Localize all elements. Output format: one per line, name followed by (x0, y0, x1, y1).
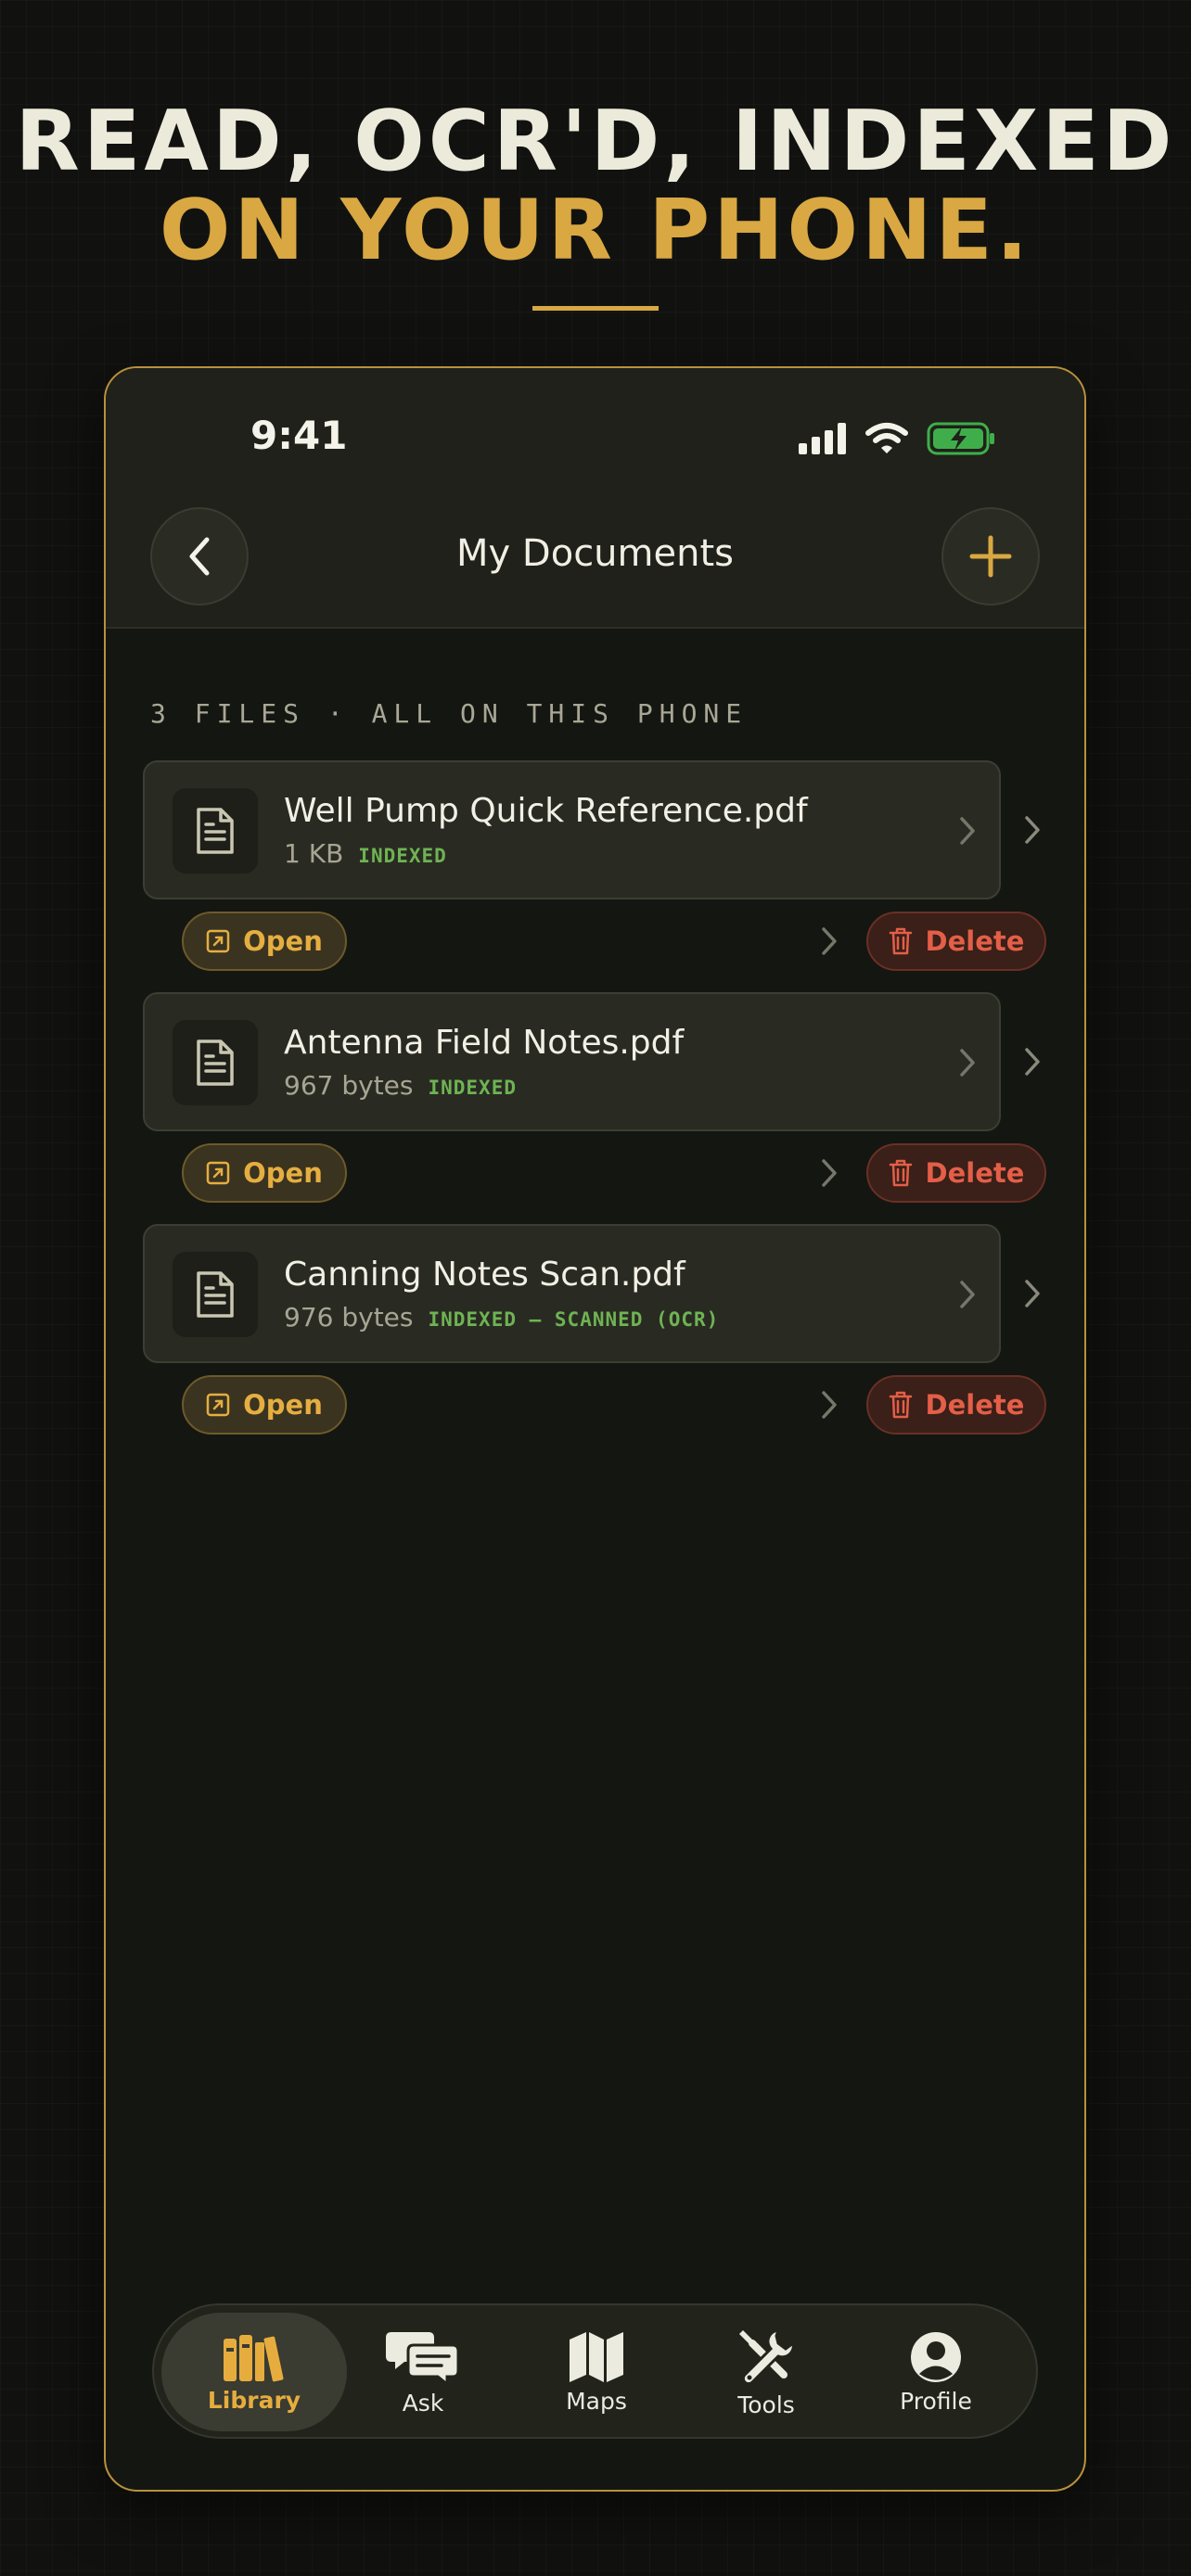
status-time: 9:41 (250, 413, 348, 458)
index-status-badge: INDEXED (358, 845, 447, 867)
open-button[interactable]: Open (182, 912, 347, 971)
phone-frame: 9:41 My Documents 3 FILES · ALL ON THIS … (104, 366, 1086, 2492)
signal-icon (799, 423, 847, 458)
tab-label: Ask (402, 2389, 444, 2417)
document-card[interactable]: Canning Notes Scan.pdf 976 bytes INDEXED… (143, 1224, 1001, 1363)
open-external-icon (206, 1393, 230, 1417)
headline-divider (532, 306, 659, 311)
open-external-icon (206, 929, 230, 953)
open-label: Open (243, 925, 323, 957)
books-icon (224, 2334, 284, 2381)
open-label: Open (243, 1157, 323, 1189)
document-name: Well Pump Quick Reference.pdf (284, 792, 808, 830)
open-button[interactable]: Open (182, 1375, 347, 1435)
chevron-right-icon (960, 817, 975, 845)
document-size: 976 bytes (284, 1302, 414, 1333)
chevron-right-icon (822, 927, 837, 955)
files-summary: 3 FILES · ALL ON THIS PHONE (150, 698, 749, 729)
document-name: Canning Notes Scan.pdf (284, 1256, 685, 1294)
tools-icon (739, 2327, 795, 2385)
delete-button[interactable]: Delete (866, 912, 1046, 971)
page-title: My Documents (456, 532, 734, 575)
index-status-badge: INDEXED (428, 1077, 517, 1099)
tab-label: Library (207, 2386, 301, 2414)
trash-icon (889, 1159, 912, 1187)
tab-profile[interactable]: Profile (843, 2313, 1029, 2431)
chevron-right-icon (960, 1049, 975, 1077)
chevron-right-icon (822, 1159, 837, 1187)
file-icon (173, 1020, 258, 1105)
chevron-right-icon[interactable] (1023, 1279, 1042, 1308)
trash-icon (889, 927, 912, 955)
document-card[interactable]: Antenna Field Notes.pdf 967 bytes INDEXE… (143, 992, 1001, 1131)
tab-label: Tools (737, 2391, 795, 2418)
document-name: Antenna Field Notes.pdf (284, 1024, 685, 1062)
open-external-icon (206, 1161, 230, 1185)
delete-label: Delete (925, 925, 1025, 957)
document-size: 967 bytes (284, 1070, 414, 1101)
tab-label: Profile (900, 2387, 972, 2415)
tab-bar: Library Ask Maps Tools Profile (152, 2303, 1038, 2439)
document-size: 1 KB (284, 838, 344, 869)
headline-line-1: READ, OCR'D, INDEXED (15, 93, 1176, 190)
chevron-right-icon (960, 1281, 975, 1308)
delete-button[interactable]: Delete (866, 1143, 1046, 1203)
add-document-button[interactable] (941, 507, 1040, 606)
chevron-right-icon[interactable] (1023, 1047, 1042, 1077)
chevron-right-icon[interactable] (1023, 815, 1042, 845)
file-icon (173, 788, 258, 874)
delete-button[interactable]: Delete (866, 1375, 1046, 1435)
index-status-badge: INDEXED — SCANNED (OCR) (428, 1308, 720, 1331)
tab-library[interactable]: Library (161, 2313, 347, 2431)
trash-icon (889, 1391, 912, 1419)
open-button[interactable]: Open (182, 1143, 347, 1203)
tab-label: Maps (566, 2387, 627, 2415)
tab-tools[interactable]: Tools (673, 2313, 859, 2431)
wifi-icon (865, 422, 908, 459)
document-card[interactable]: Well Pump Quick Reference.pdf 1 KB INDEX… (143, 760, 1001, 899)
chevron-right-icon (822, 1391, 837, 1419)
top-bar (106, 368, 1084, 629)
map-icon (570, 2331, 623, 2382)
tab-ask[interactable]: Ask (330, 2313, 516, 2431)
tab-maps[interactable]: Maps (504, 2313, 689, 2431)
battery-charging-icon (927, 422, 995, 459)
delete-label: Delete (925, 1157, 1025, 1189)
headline-line-2: ON YOUR PHONE. (159, 182, 1032, 279)
file-icon (173, 1252, 258, 1337)
chat-bubbles-icon (386, 2331, 460, 2386)
plus-icon (969, 535, 1012, 578)
open-label: Open (243, 1389, 323, 1421)
delete-label: Delete (925, 1389, 1025, 1421)
status-icons (799, 422, 995, 459)
profile-icon (911, 2331, 961, 2382)
